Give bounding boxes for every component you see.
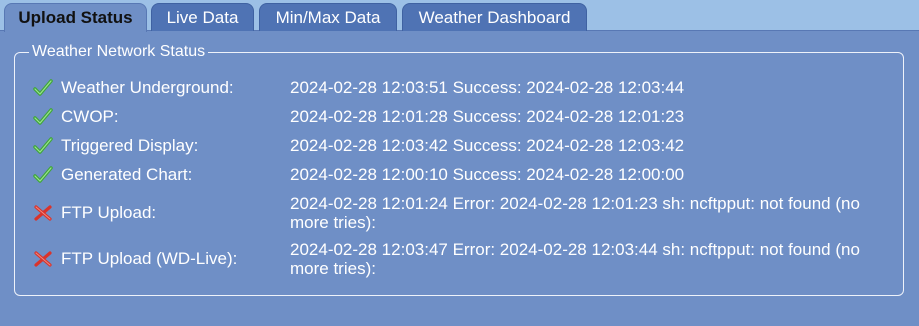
service-status: 2024-02-28 12:03:51 Success: 2024-02-28 …	[290, 78, 685, 97]
service-name: Weather Underground:	[61, 78, 234, 97]
check-icon	[33, 136, 53, 156]
tab-upload-status[interactable]: Upload Status	[4, 3, 147, 32]
tab-weather-dashboard[interactable]: Weather Dashboard	[402, 3, 587, 31]
panel-legend: Weather Network Status	[29, 42, 209, 62]
service-status: 2024-02-28 12:03:47 Error: 2024-02-28 12…	[290, 240, 860, 278]
weather-network-status-panel: Weather Network Status Weather Undergrou…	[14, 42, 904, 296]
service-name: Triggered Display:	[61, 136, 199, 155]
service-status: 2024-02-28 12:00:10 Success: 2024-02-28 …	[290, 165, 685, 184]
service-name: Generated Chart:	[61, 165, 193, 184]
cross-icon	[33, 249, 53, 269]
check-icon	[33, 78, 53, 98]
service-name: FTP Upload:	[61, 203, 157, 222]
tab-live-data[interactable]: Live Data	[151, 3, 254, 31]
check-icon	[33, 107, 53, 127]
service-name: FTP Upload (WD-Live):	[61, 249, 238, 268]
tab-min-max-data[interactable]: Min/Max Data	[259, 3, 397, 31]
service-status: 2024-02-28 12:03:42 Success: 2024-02-28 …	[290, 136, 685, 155]
service-status: 2024-02-28 12:01:28 Success: 2024-02-28 …	[290, 107, 685, 126]
cross-icon	[33, 203, 53, 223]
service-status: 2024-02-28 12:01:24 Error: 2024-02-28 12…	[290, 194, 860, 232]
tab-bar: Upload Status Live Data Min/Max Data Wea…	[0, 0, 919, 32]
check-icon	[33, 165, 53, 185]
service-name: CWOP:	[61, 107, 119, 126]
